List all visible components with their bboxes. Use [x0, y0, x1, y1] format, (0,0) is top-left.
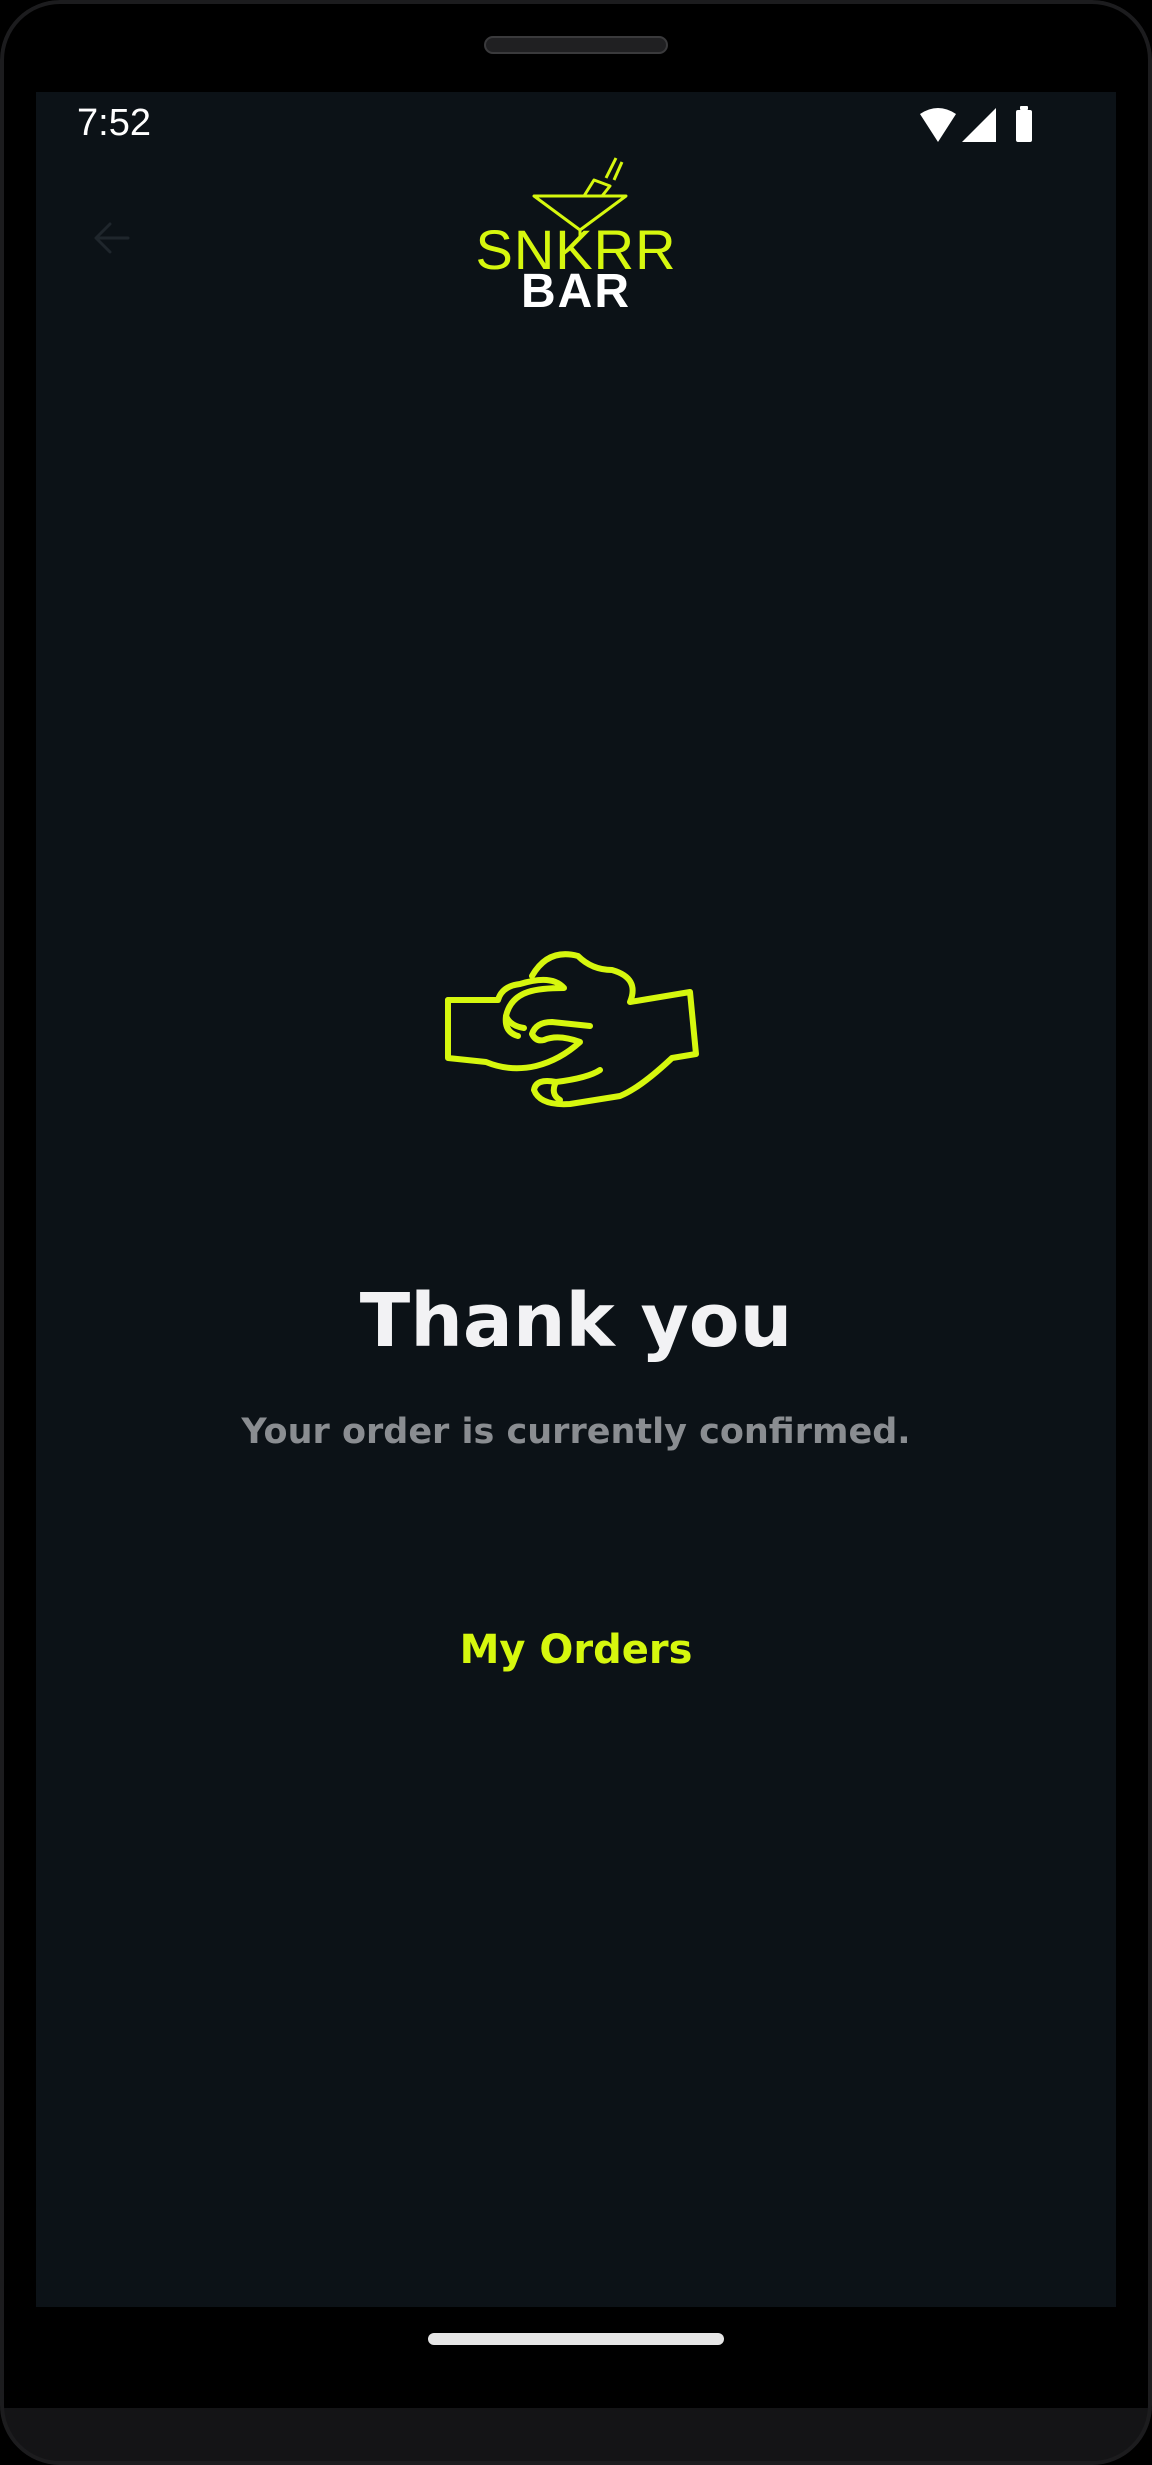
app-screen	[36, 92, 1116, 2307]
logo-wordmark-bottom: BAR	[521, 265, 631, 318]
phone-device: 7:52 SNKRR BAR Thank you Your order is c…	[0, 0, 1152, 2465]
wifi-icon	[920, 108, 956, 142]
bottom-bezel	[0, 2408, 1152, 2465]
handshake-icon	[445, 951, 699, 1108]
cellular-signal-icon	[962, 108, 996, 142]
my-orders-button[interactable]: My Orders	[416, 1618, 736, 1682]
status-icons	[918, 106, 1044, 146]
app-logo: SNKRR BAR	[470, 156, 682, 316]
status-time: 7:52	[77, 102, 151, 144]
arrow-left-icon	[94, 222, 130, 254]
battery-icon	[1016, 106, 1032, 142]
earpiece-speaker	[484, 36, 668, 54]
back-button[interactable]	[80, 206, 144, 270]
home-indicator[interactable]	[428, 2333, 724, 2345]
confirmation-title: Thank you	[359, 1278, 793, 1364]
confirmation-message: Your order is currently confirmed.	[241, 1412, 911, 1452]
